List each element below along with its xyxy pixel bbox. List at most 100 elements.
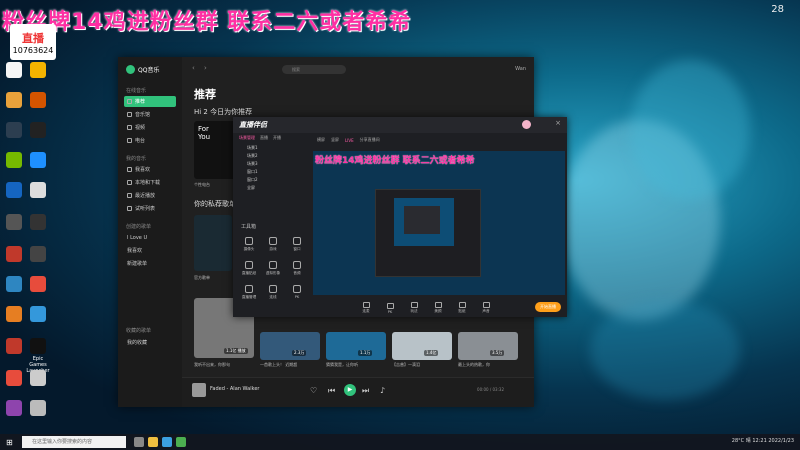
sidebar-section-collect: 收藏的歌单 <box>126 328 152 334</box>
sidebar-item-recent[interactable]: 最近播放 <box>124 190 176 201</box>
album-art[interactable] <box>192 383 206 397</box>
epic-games-icon[interactable]: Epic Games Launcher <box>26 338 50 374</box>
avatar[interactable] <box>522 120 531 129</box>
sidebar-item-liked[interactable]: 我喜欢 <box>124 164 176 175</box>
tool-camera[interactable]: 摄像头 <box>237 237 261 252</box>
desktop-icon[interactable] <box>2 246 26 264</box>
tool-window[interactable]: 窗口 <box>285 237 309 252</box>
playback-time: 00:00 / 03:32 <box>477 387 504 392</box>
qq-topbar: ‹ › 搜索 Wan <box>182 57 534 81</box>
sidebar-playlist[interactable]: I Love U <box>124 232 176 243</box>
bottom-item-pk[interactable]: PK <box>383 302 397 314</box>
desktop-icon[interactable] <box>2 276 26 294</box>
sidebar-item-radio[interactable]: 电台 <box>124 135 176 146</box>
bottom-item-sound[interactable]: 声音 <box>479 302 493 314</box>
tool-audio[interactable]: 音频 <box>285 261 309 276</box>
heart-icon[interactable]: ♡ <box>310 386 317 395</box>
tool-label: 虚拟形象 <box>265 271 281 275</box>
sidebar-item-trial[interactable]: 试听列表 <box>124 203 176 214</box>
desktop-icon[interactable] <box>2 62 26 80</box>
scene-item[interactable]: 场景1 <box>237 145 307 153</box>
scene-item[interactable]: 窗口2 <box>237 177 307 185</box>
close-icon[interactable]: × <box>555 119 561 127</box>
clock[interactable]: 12:21 <box>752 438 766 444</box>
bottom-item-mic[interactable]: 连麦 <box>359 302 373 314</box>
tab-scenes[interactable]: 场景管理 <box>239 135 255 141</box>
desktop-icon[interactable] <box>2 370 26 388</box>
desktop-icon[interactable] <box>2 92 26 110</box>
back-arrow-icon[interactable]: ‹ <box>192 64 195 72</box>
desktop-icon[interactable] <box>26 276 50 294</box>
desktop-icon[interactable] <box>2 122 26 140</box>
playlist-cover[interactable] <box>194 215 232 271</box>
desktop-icon[interactable] <box>2 306 26 324</box>
bottom-item-play[interactable]: 玩法 <box>407 302 421 314</box>
desktop-icon[interactable] <box>2 338 26 356</box>
desktop-icon[interactable] <box>26 62 50 80</box>
windows-start-icon[interactable]: ⊞ <box>6 438 13 447</box>
tool-game[interactable]: 游戏 <box>261 237 285 252</box>
desktop-icon[interactable] <box>2 152 26 170</box>
qq-user[interactable]: Wan <box>515 66 526 72</box>
forward-arrow-icon[interactable]: › <box>204 64 207 72</box>
tool-link[interactable]: 连线 <box>261 285 285 300</box>
start-live-button[interactable]: 开始直播 <box>535 302 561 312</box>
audio-icon <box>293 261 301 269</box>
share-link[interactable]: 分享直播间 <box>360 137 380 143</box>
desktop-icon[interactable] <box>2 400 26 418</box>
app-logo: 直播伴侣 <box>239 121 267 129</box>
mv-cover[interactable]: 3.5万 <box>458 332 518 360</box>
desktop-icon[interactable] <box>26 400 50 418</box>
scene-item[interactable]: 场景3 <box>237 161 307 169</box>
landscape-toggle[interactable]: 横屏 <box>317 137 325 143</box>
edge-icon[interactable] <box>162 437 172 447</box>
taskbar-search-input[interactable]: 在这里输入你要搜索的内容 <box>22 436 126 448</box>
file-explorer-icon[interactable] <box>148 437 158 447</box>
bottom-item-beauty[interactable]: 美颜 <box>431 302 445 314</box>
desktop-icon[interactable] <box>26 92 50 110</box>
desktop-icon[interactable] <box>26 182 50 200</box>
sidebar-item-recommend[interactable]: 推荐 <box>124 96 176 107</box>
desktop-icon[interactable] <box>26 246 50 264</box>
mv-cover[interactable]: 1.4亿 <box>392 332 452 360</box>
desktop-icon[interactable] <box>26 214 50 232</box>
qq-search-input[interactable]: 搜索 <box>282 65 346 74</box>
previous-icon[interactable]: ⏮ <box>328 386 335 396</box>
preview-subbar: 横屏 竖屏 LIVE 分享直播间 <box>313 134 565 146</box>
tool-avatar[interactable]: 虚拟形象 <box>261 261 285 276</box>
desktop-icon[interactable] <box>26 152 50 170</box>
sidebar-item-video[interactable]: 视频 <box>124 122 176 133</box>
desktop-icon[interactable] <box>26 122 50 140</box>
scene-item[interactable]: 全屏 <box>237 185 307 193</box>
sidebar-item-music-hall[interactable]: 音乐馆 <box>124 109 176 120</box>
weather-label: 28°C 晴 <box>731 438 751 444</box>
room-id: 10763624 <box>12 45 54 55</box>
stream-preview[interactable]: 粉丝牌14鸡进粉丝群 联系二六或者希希 <box>313 151 565 295</box>
sticker-icon <box>245 261 253 269</box>
tab-start[interactable]: 开播 <box>273 135 281 141</box>
mv-cover[interactable]: 2.3万 <box>260 332 320 360</box>
sidebar-playlist[interactable]: 我的收藏 <box>124 337 176 348</box>
desktop-icon[interactable] <box>2 214 26 232</box>
sidebar-playlist[interactable]: 新建歌单 <box>124 258 176 269</box>
play-button[interactable]: ▶ <box>344 384 356 396</box>
bottom-item-sticker[interactable]: 贴纸 <box>455 302 469 314</box>
desktop-icon[interactable] <box>26 306 50 324</box>
scene-item[interactable]: 窗口1 <box>237 169 307 177</box>
sidebar-item-local[interactable]: 本地和下载 <box>124 177 176 188</box>
tool-sticker[interactable]: 直播贴纸 <box>237 261 261 276</box>
qq-brand: QQ音乐 <box>126 65 159 74</box>
portrait-toggle[interactable]: 竖屏 <box>331 137 339 143</box>
tab-live[interactable]: 直播 <box>260 135 268 141</box>
scene-item[interactable]: 场景2 <box>237 153 307 161</box>
next-icon[interactable]: ⏭ <box>362 386 369 396</box>
mv-cover[interactable]: 1.1万 <box>326 332 386 360</box>
task-view-icon[interactable] <box>134 437 144 447</box>
tool-pk[interactable]: PK <box>285 285 309 299</box>
tool-manage[interactable]: 直播管理 <box>237 285 261 300</box>
volume-icon[interactable]: ♪ <box>380 386 385 395</box>
desktop-icon[interactable] <box>2 182 26 200</box>
chrome-icon[interactable] <box>176 437 186 447</box>
sidebar-playlist[interactable]: 我喜欢 <box>124 245 176 256</box>
desktop-icon[interactable] <box>26 370 50 388</box>
